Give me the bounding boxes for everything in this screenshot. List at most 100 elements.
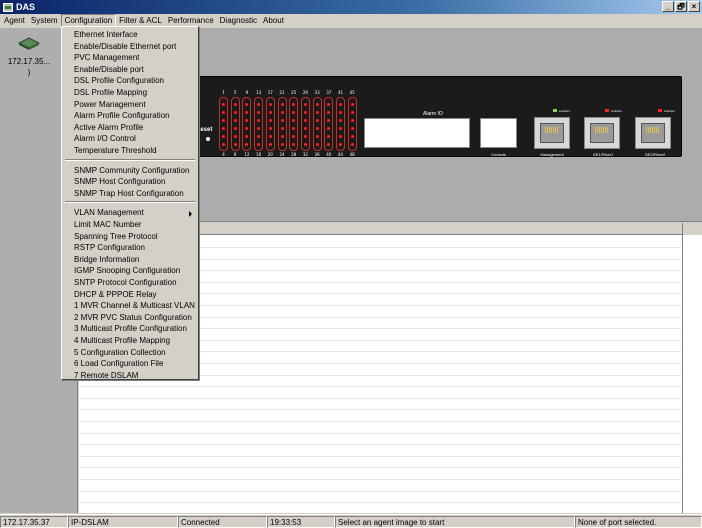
menu-option-6-load-configuration-file[interactable]: 6 Load Configuration File [74,358,163,369]
dslam-front-panel[interactable]: Reset 1 4 5 8 9 12 13 16 17 20 21 24 25 28 29 32 33 36 37 4… [194,76,682,157]
minimize-button[interactable]: _ [662,1,674,12]
menu-option-dsl-profile-configuration[interactable]: DSL Profile Configuration [74,75,164,86]
menu-option-snmp-community-configuration[interactable]: SNMP Community Configuration [74,165,189,176]
port-led [222,119,225,122]
dsl-port-column[interactable] [347,97,357,151]
menu-option-bridge-information[interactable]: Bridge Information [74,254,139,265]
menu-option-spanning-tree-protocol[interactable]: Spanning Tree Protocol [74,231,158,242]
menu-option-power-management[interactable]: Power Management [74,99,146,110]
menu-option-snmp-host-configuration[interactable]: SNMP Host Configuration [74,176,165,187]
port-led [350,103,354,106]
menu-option-alarm-profile-configuration[interactable]: Alarm Profile Configuration [74,110,170,121]
menu-option-dsl-profile-mapping[interactable]: DSL Profile Mapping [74,87,147,98]
dsl-port-column[interactable] [336,97,345,151]
console-label: Console [491,152,506,157]
menu-option-temperature-threshold[interactable]: Temperature Threshold [74,145,157,156]
menu-about[interactable]: About [260,14,287,27]
port-number-top: 45 [349,90,355,95]
port-led [245,103,249,106]
dsl-port-column[interactable] [254,97,264,151]
port-led [245,135,249,138]
menu-agent[interactable]: Agent [1,14,28,27]
port-led [303,111,307,114]
menu-diagnostic[interactable]: Diagnostic [217,14,260,27]
menu-option-7-remote-dslam[interactable]: 7 Remote DSLAM [74,370,138,381]
port-led [303,119,307,122]
dsl-port-column[interactable] [219,97,228,151]
port-led [268,135,272,138]
port-led [222,135,225,138]
management-port[interactable] [534,117,570,149]
ge1-link-label: Link/Act [611,109,622,113]
port-led [268,111,272,114]
console-port[interactable] [480,118,517,148]
menu-option-1-mvr-channel-multicast-vlan[interactable]: 1 MVR Channel & Multicast VLAN [74,300,195,311]
vertical-scrollbar[interactable] [682,235,702,513]
table-header-corner [682,223,702,235]
menu-option-4-multicast-profile-mapping[interactable]: 4 Multicast Profile Mapping [74,335,170,346]
reset-button[interactable] [206,137,210,141]
menu-option-igmp-snooping-configuration[interactable]: IGMP Snooping Configuration [74,265,180,276]
port-led [280,103,284,106]
port-led [245,143,249,146]
ge2-port[interactable] [635,117,671,149]
port-led [280,127,284,130]
port-number-bottom: 4 [222,152,225,157]
management-label: Management [540,152,564,157]
menu-option-active-alarm-profile[interactable]: Active Alarm Profile [74,122,143,133]
dsl-port-column[interactable] [265,97,275,151]
dsl-port-column[interactable] [242,97,252,151]
menu-option-3-multicast-profile-configuration[interactable]: 3 Multicast Profile Configuration [74,323,187,334]
ge1-port[interactable] [584,117,620,149]
port-led [303,143,307,146]
menu-option-vlan-management[interactable]: VLAN Management [74,207,192,218]
menu-option-enable-disable-port[interactable]: Enable/Disable port [74,64,144,75]
restore-button[interactable]: 🗗 [675,1,687,12]
dsl-port-column[interactable] [230,97,240,151]
status-time: 19:33:53 [267,516,335,528]
menu-option-enable-disable-ethernet-port[interactable]: Enable/Disable Ethernet port [74,41,176,52]
table-row [79,479,681,480]
dsl-port-column[interactable] [324,97,334,151]
menu-system[interactable]: System [28,14,61,27]
menu-option-rstp-configuration[interactable]: RSTP Configuration [74,242,145,253]
port-number-top: 13 [256,90,262,95]
port-number-bottom: 8 [233,152,237,157]
port-led [315,143,319,146]
menu-option-5-configuration-collection[interactable]: 5 Configuration Collection [74,347,166,358]
port-led [350,119,354,122]
dsl-port-column[interactable] [300,97,310,151]
menu-option-pvc-management[interactable]: PVC Management [74,52,139,63]
menu-option-limit-mac-number[interactable]: Limit MAC Number [74,219,142,230]
status-message: Select an agent image to start [335,516,575,528]
port-number-top: 25 [291,90,297,95]
port-number-top: 37 [326,90,332,95]
port-led [292,111,296,114]
port-led [280,111,284,114]
table-row [79,455,681,457]
menu-option-sntp-protocol-configuration[interactable]: SNTP Protocol Configuration [74,277,177,288]
port-led [280,119,284,122]
menu-option-alarm-i-o-control[interactable]: Alarm I/O Control [74,133,136,144]
close-button[interactable]: × [688,1,700,12]
port-led [222,143,225,146]
alarm-io-port[interactable] [364,118,470,148]
menu-option-dhcp-pppoe-relay[interactable]: DHCP & PPPOE Relay [74,289,157,300]
menu-option-2-mvr-pvc-status-configuration[interactable]: 2 MVR PVC Status Configuration [74,312,192,323]
port-led [233,103,237,106]
dsl-port-column[interactable] [312,97,322,151]
port-led [315,127,319,130]
agent-node[interactable]: 172.17.35... ) [4,34,54,78]
agent-label-tail: ) [27,68,31,77]
menu-option-snmp-trap-host-configuration[interactable]: SNMP Trap Host Configuration [74,188,184,199]
menu-option-ethernet-interface[interactable]: Ethernet Interface [74,29,138,40]
port-number-bottom: 44 [337,152,344,157]
port-number-top: 33 [314,90,320,95]
dsl-port-column[interactable] [289,97,299,151]
dsl-port-column[interactable] [277,97,287,151]
ge1-led [605,109,609,112]
port-led [350,127,354,130]
port-number-top: 1 [222,90,225,95]
port-number-bottom: 48 [349,152,355,157]
port-led [303,103,307,106]
